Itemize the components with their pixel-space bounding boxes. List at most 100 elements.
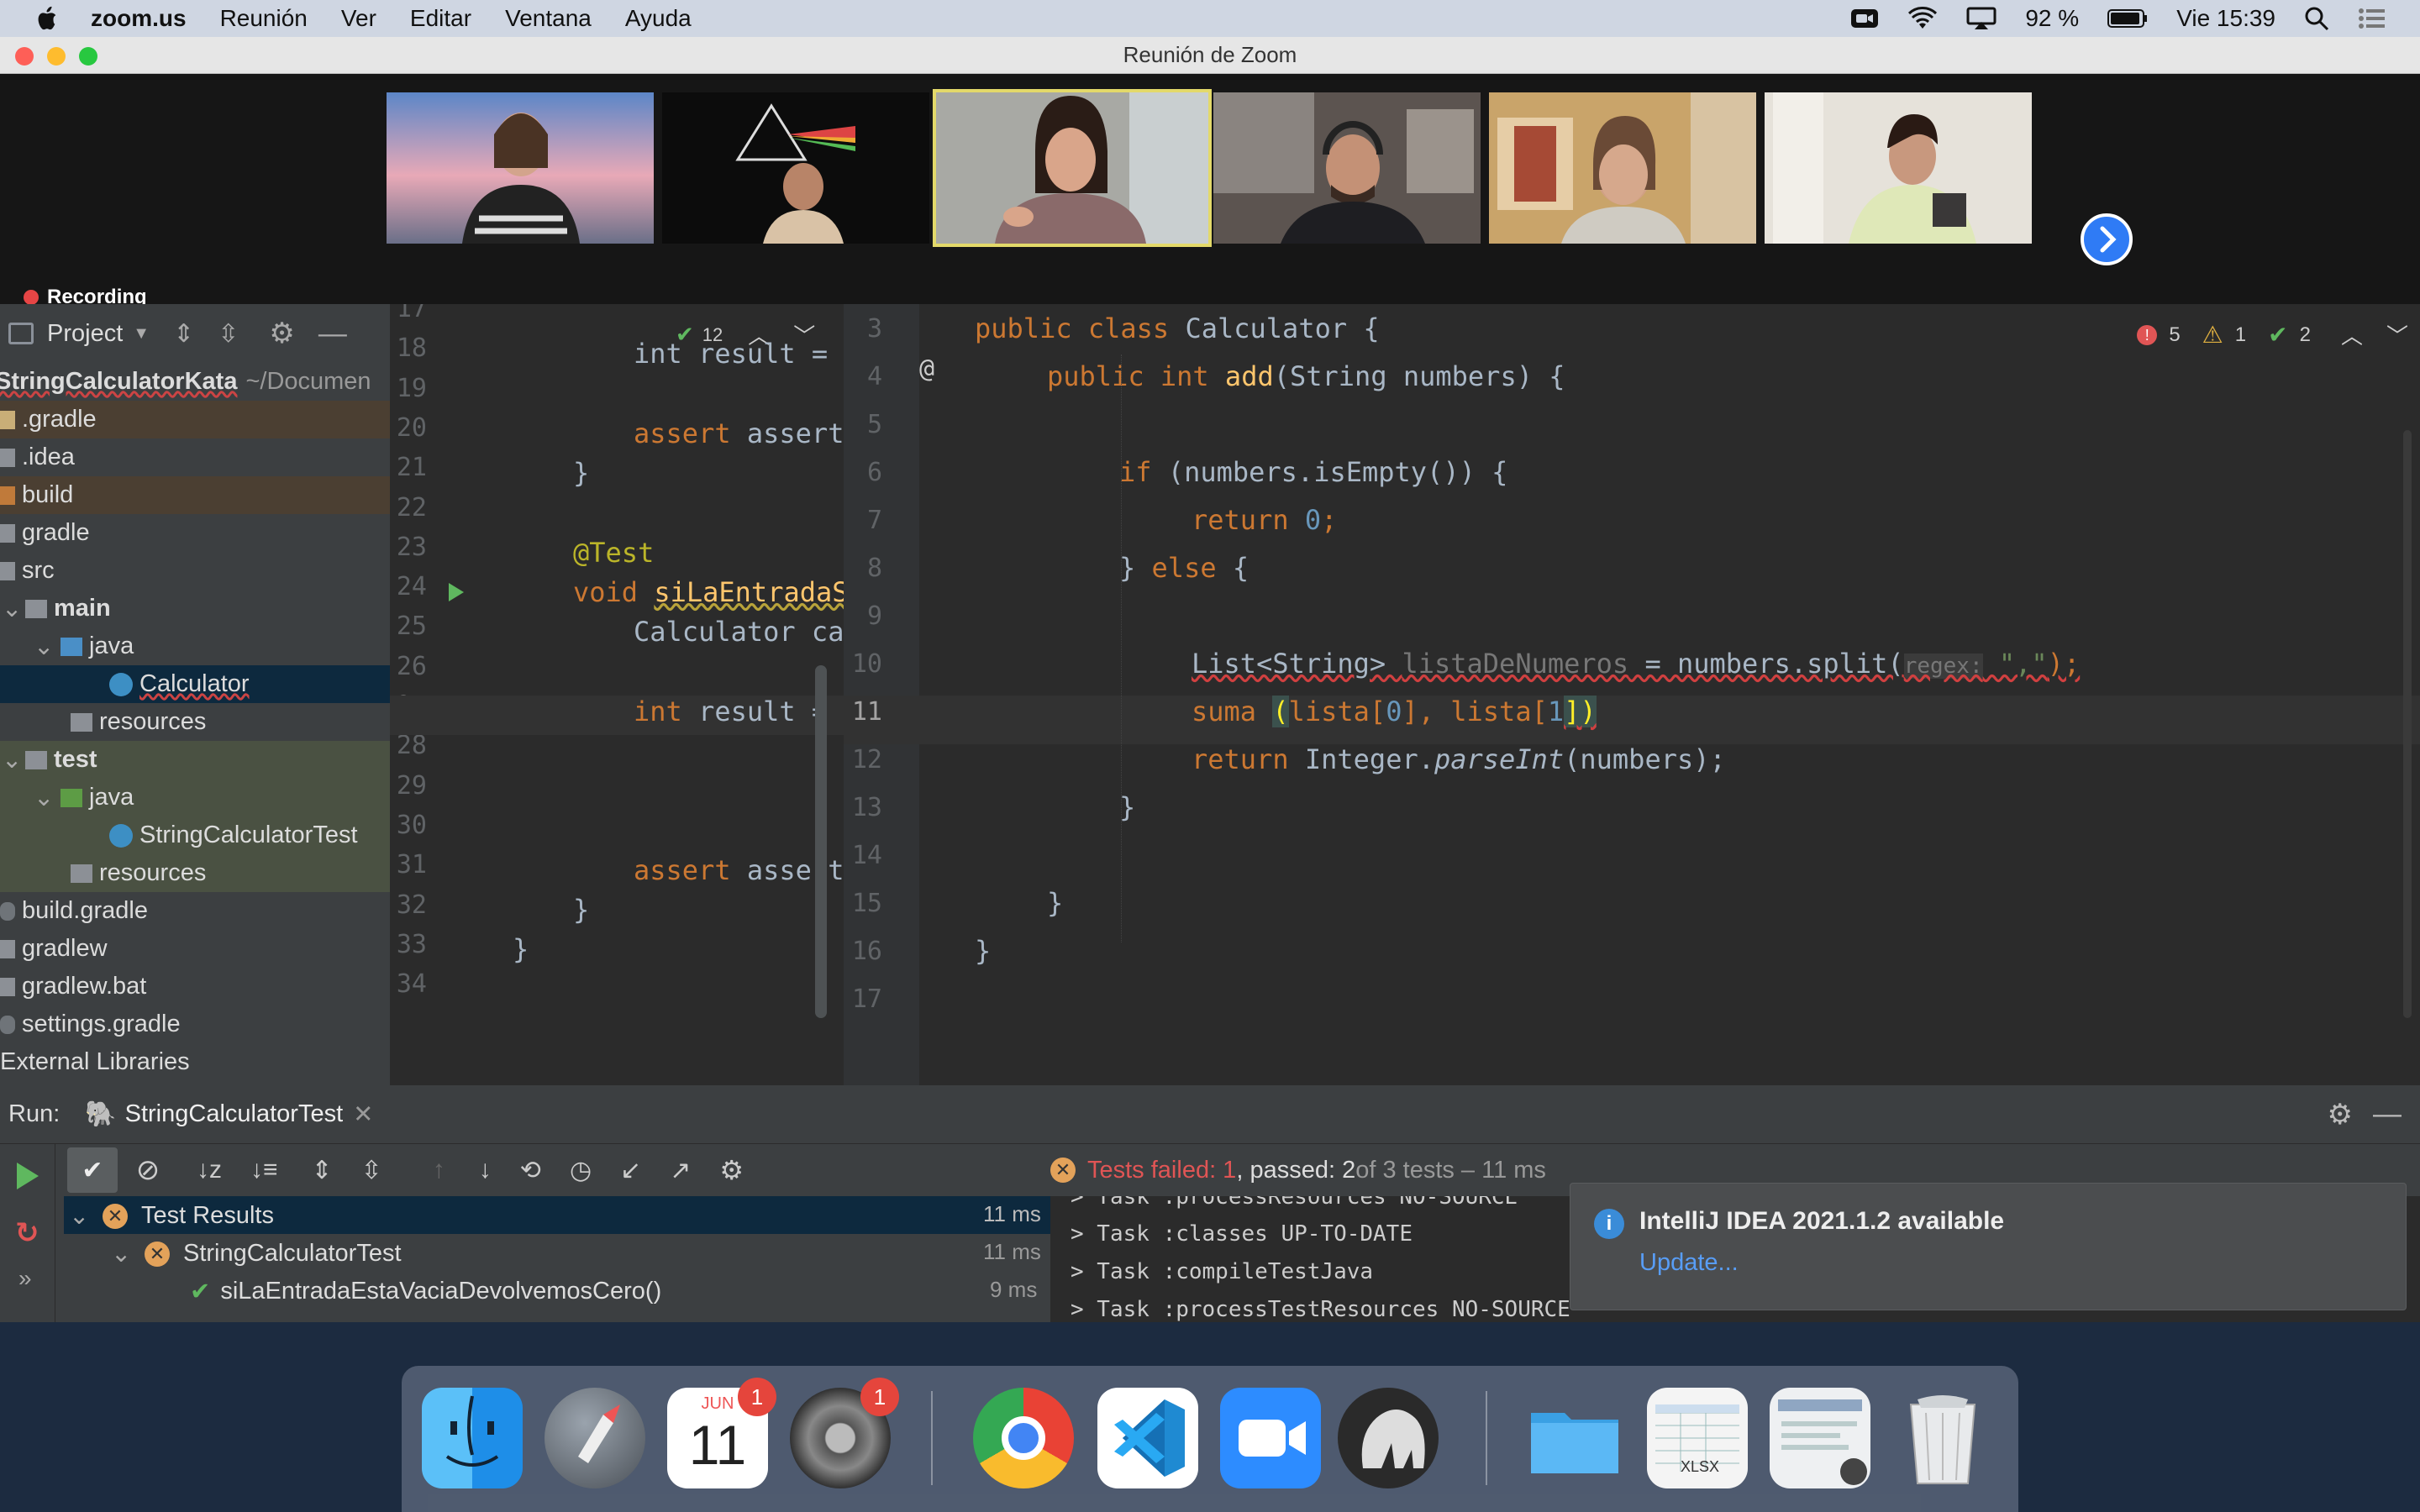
menu-ventana[interactable]: Ventana <box>505 5 592 32</box>
menu-editar[interactable]: Editar <box>410 5 471 32</box>
menu-ayuda[interactable]: Ayuda <box>625 5 692 32</box>
chevron-down-icon[interactable]: ﹀ <box>2386 319 2408 350</box>
rerun-failed-icon[interactable]: ↻ <box>15 1216 39 1250</box>
inspection-summary[interactable]: ! 5 ⚠ 1 ✔ 2 ︿ ﹀ <box>2137 319 2408 350</box>
expand-all-icon[interactable]: ⇕ <box>312 1156 333 1185</box>
menu-app-zoom[interactable]: zoom.us <box>91 5 187 32</box>
expand-toolbar-icon[interactable]: » <box>18 1265 32 1292</box>
previous-failed-icon[interactable]: ↑ <box>433 1156 445 1184</box>
update-link[interactable]: Update... <box>1639 1249 1739 1277</box>
gear-icon[interactable]: ⚙ <box>719 1154 744 1186</box>
calculator-editor[interactable]: 3 4 5 6 7 8 9 10 11 12 13 14 15 16 17 @ ! 5 ⚠ 1 ✔ 2 ︿ … <box>844 304 2420 1085</box>
chevron-down-icon[interactable]: ⌄ <box>2 594 25 623</box>
chevron-down-icon[interactable]: ⌄ <box>34 632 60 661</box>
tree-item-gradlew[interactable]: gradlew <box>0 930 390 968</box>
tree-item-gradle-dir[interactable]: .gradle <box>0 401 390 438</box>
tree-item-external-libraries[interactable]: External Libraries <box>0 1043 390 1081</box>
editor-scrollbar[interactable] <box>815 665 827 1018</box>
tree-item-test-resources[interactable]: resources <box>0 854 390 892</box>
tree-item-main[interactable]: ⌄ main <box>0 590 390 627</box>
editor-scrollbar[interactable] <box>2403 430 2412 1018</box>
expand-all-icon[interactable]: ⇕ <box>173 319 194 349</box>
tree-item-src[interactable]: src <box>0 552 390 590</box>
sort-alphabetically-icon[interactable]: ↓z <box>197 1156 222 1184</box>
export-tests-icon[interactable]: ↗ <box>670 1156 691 1185</box>
close-window-button[interactable] <box>15 47 34 66</box>
tree-item-build-gradle[interactable]: build.gradle <box>0 892 390 930</box>
collapse-all-icon[interactable]: ⇳ <box>218 319 239 349</box>
zoom-window-button[interactable] <box>79 47 97 66</box>
project-view-label[interactable]: Project <box>47 320 123 348</box>
zoom-camera-status-icon[interactable] <box>1850 7 1879 30</box>
chevron-down-icon[interactable]: ⌄ <box>34 783 60 812</box>
tree-root[interactable]: StringCalculatorKata ~/Documen <box>0 363 390 401</box>
chevron-down-icon[interactable]: ⌄ <box>111 1239 145 1268</box>
history-icon[interactable]: ◷ <box>570 1156 592 1185</box>
system-preferences-icon[interactable]: 1 <box>790 1378 899 1488</box>
tree-item-idea[interactable]: .idea <box>0 438 390 476</box>
participant-video-4[interactable] <box>1213 92 1481 244</box>
airplay-icon[interactable] <box>1966 7 1996 30</box>
participant-video-5[interactable] <box>1489 92 1756 244</box>
tree-item-calculator[interactable]: Calculator <box>0 665 390 703</box>
folder-icon[interactable] <box>1524 1388 1625 1488</box>
rerun-automatically-icon[interactable]: ⟲ <box>520 1156 541 1185</box>
tree-item-gradle[interactable]: gradle <box>0 514 390 552</box>
menu-reunion[interactable]: Reunión <box>220 5 308 32</box>
show-passed-toggle[interactable]: ✔ <box>67 1147 118 1193</box>
menu-ver[interactable]: Ver <box>341 5 376 32</box>
menubar-clock[interactable]: Vie 15:39 <box>2176 5 2275 32</box>
test-row-method[interactable]: ✔ siLaEntradaEstaVaciaDevolvemosCero() <box>190 1277 661 1306</box>
document-icon[interactable] <box>1770 1388 1870 1488</box>
tree-item-build[interactable]: build <box>0 476 390 514</box>
battery-icon[interactable] <box>2107 8 2148 29</box>
override-gutter-marker[interactable]: @ <box>919 354 934 384</box>
zoom-icon[interactable] <box>1220 1388 1321 1488</box>
minimize-window-button[interactable] <box>47 47 66 66</box>
next-participants-button[interactable] <box>2081 213 2133 265</box>
launchpad-icon[interactable] <box>544 1388 645 1488</box>
close-tab-icon[interactable]: ✕ <box>353 1100 373 1129</box>
tree-item-test-java[interactable]: ⌄ java <box>0 779 390 816</box>
mamp-icon[interactable] <box>1338 1388 1439 1488</box>
tree-item-stringcalculatortest[interactable]: StringCalculatorTest <box>0 816 390 854</box>
run-test-gutter-icon[interactable] <box>449 583 464 601</box>
apple-icon[interactable] <box>34 5 59 32</box>
test-row-results[interactable]: ⌄ ✕ Test Results <box>69 1201 274 1231</box>
test-row-class[interactable]: ⌄ ✕ StringCalculatorTest <box>111 1239 402 1268</box>
chevron-down-icon[interactable]: ▼ <box>133 324 150 344</box>
tree-item-settings-gradle[interactable]: settings.gradle <box>0 1005 390 1043</box>
line-number: 9 <box>866 601 882 631</box>
calendar-icon[interactable]: JUN 11 1 <box>667 1378 776 1488</box>
tree-item-gradlew-bat[interactable]: gradlew.bat <box>0 968 390 1005</box>
show-ignored-toggle[interactable]: ⊘ <box>128 1150 168 1190</box>
hide-panel-icon[interactable]: — <box>2373 1098 2402 1131</box>
run-tab-stringcalculatortest[interactable]: StringCalculatorTest <box>125 1100 344 1128</box>
participant-video-6[interactable] <box>1765 92 2032 244</box>
tree-item-test[interactable]: ⌄ test <box>0 741 390 779</box>
trash-icon[interactable] <box>1892 1388 1993 1488</box>
participant-video-3-active-speaker[interactable] <box>933 89 1212 247</box>
next-failed-icon[interactable]: ↓ <box>479 1156 492 1184</box>
spreadsheet-icon[interactable]: XLSX <box>1647 1388 1748 1488</box>
chevron-down-icon[interactable]: ⌄ <box>69 1201 103 1231</box>
participant-video-2[interactable] <box>662 92 929 244</box>
wifi-icon[interactable] <box>1907 7 1938 30</box>
import-tests-icon[interactable]: ↙ <box>620 1156 641 1185</box>
gear-icon[interactable]: ⚙ <box>2328 1098 2353 1131</box>
tree-item-main-resources[interactable]: resources <box>0 703 390 741</box>
tree-item-main-java[interactable]: ⌄ java <box>0 627 390 665</box>
sort-by-duration-icon[interactable]: ↓≡ <box>250 1156 278 1184</box>
hide-panel-icon[interactable]: — <box>318 318 347 350</box>
chrome-icon[interactable] <box>973 1388 1074 1488</box>
participant-video-1[interactable] <box>387 92 654 244</box>
finder-icon[interactable] <box>422 1388 523 1488</box>
vscode-icon[interactable] <box>1097 1388 1198 1488</box>
test-editor[interactable]: ✔ 12 ︿ ﹀ 1718192021222324252627282930313… <box>390 304 844 1085</box>
collapse-all-icon[interactable]: ⇳ <box>361 1156 382 1185</box>
chevron-up-icon[interactable]: ︿ <box>2341 319 2363 350</box>
spotlight-search-icon[interactable] <box>2304 6 2329 31</box>
notification-center-icon[interactable] <box>2358 7 2386 30</box>
chevron-down-icon[interactable]: ⌄ <box>2 745 25 774</box>
gear-icon[interactable]: ⚙ <box>269 317 294 350</box>
